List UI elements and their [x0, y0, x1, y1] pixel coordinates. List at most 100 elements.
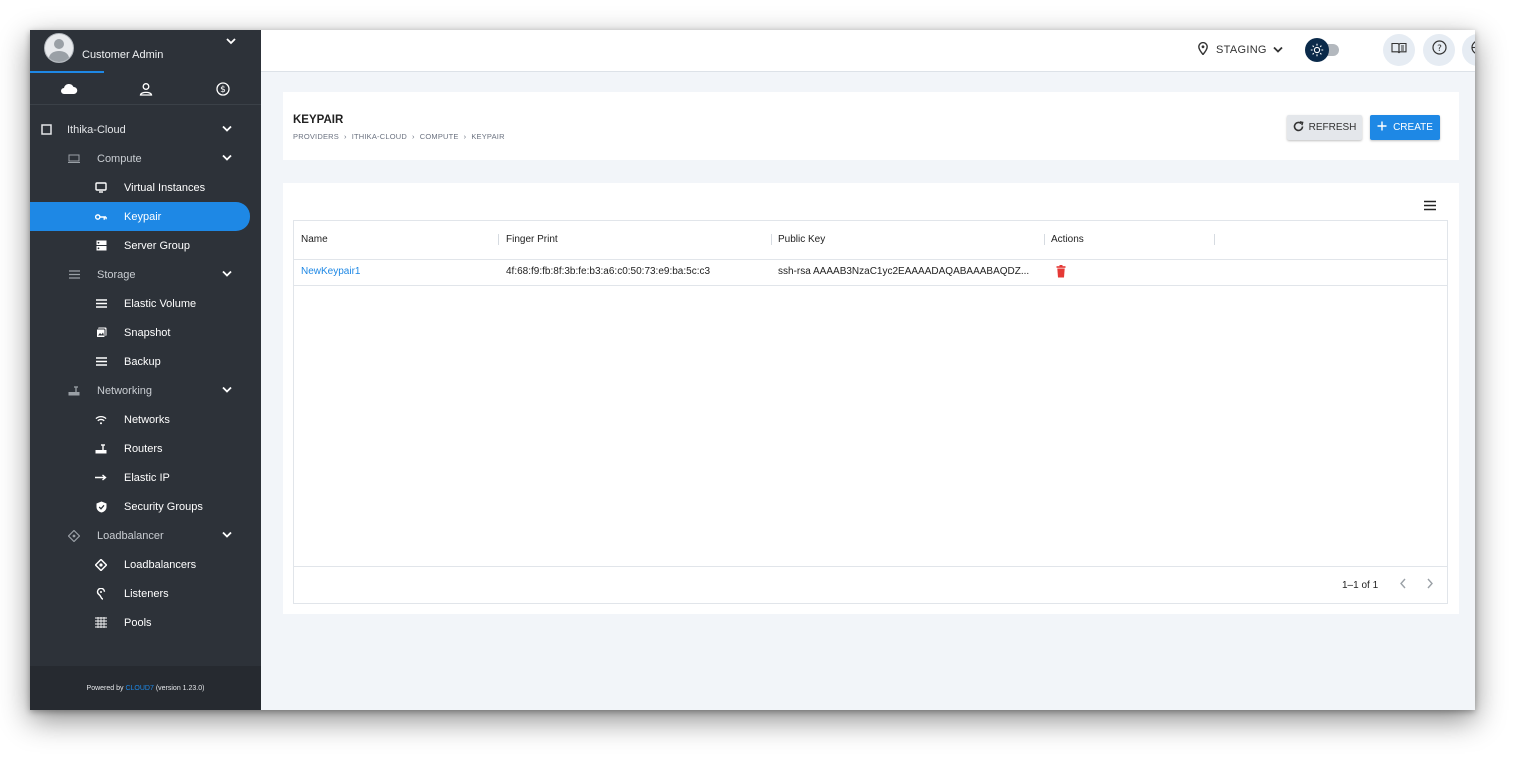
sidebar-item-loadbalancers[interactable]: Loadbalancers	[30, 550, 261, 579]
tab-cloud[interactable]	[30, 75, 107, 103]
breadcrumb-item-providers[interactable]: PROVIDERS	[293, 132, 339, 141]
storage-icon	[68, 269, 80, 281]
column-header-actions: Actions	[1051, 234, 1084, 245]
sidebar-item-snapshot[interactable]: Snapshot	[30, 318, 261, 347]
sidebar-item-label: Loadbalancers	[124, 558, 197, 571]
sidebar: Customer Admin $ Ithika-Cloud Compute Vi…	[30, 30, 261, 710]
globe-icon	[1470, 40, 1475, 60]
column-separator	[771, 234, 772, 245]
footer-prefix: Powered by	[86, 684, 124, 692]
page-title: KEYPAIR	[293, 114, 344, 126]
sidebar-item-networks[interactable]: Networks	[30, 405, 261, 434]
sidebar-item-label: Networks	[124, 413, 170, 426]
breadcrumb-separator: ›	[463, 132, 467, 141]
app-window: Customer Admin $ Ithika-Cloud Compute Vi…	[30, 30, 1475, 710]
refresh-button[interactable]: REFRESH	[1287, 115, 1362, 140]
column-separator	[1214, 234, 1215, 245]
theme-toggle[interactable]	[1305, 37, 1341, 63]
sidebar-item-server-group[interactable]: Server Group	[30, 231, 261, 260]
loadbalancer-icon	[68, 529, 80, 542]
profile-menu[interactable]: Customer Admin	[30, 30, 261, 72]
page-header: KEYPAIR PROVIDERS › ITHIKA-CLOUD › COMPU…	[283, 92, 1459, 160]
column-menu-icon[interactable]	[1423, 198, 1437, 211]
sidebar-item-label: Virtual Instances	[124, 181, 206, 194]
sidebar-item-label: Loadbalancer	[97, 529, 164, 542]
shield-icon	[95, 501, 107, 513]
sidebar-item-elastic-ip[interactable]: Elastic IP	[30, 463, 261, 492]
networking-icon	[68, 385, 80, 397]
key-icon	[95, 211, 107, 223]
sun-icon	[1305, 38, 1329, 62]
docs-button[interactable]	[1383, 34, 1415, 66]
snapshot-icon	[95, 327, 107, 339]
sidebar-nav: Ithika-Cloud Compute Virtual Instances K…	[30, 115, 261, 637]
footer-version: (version 1.23.0)	[155, 684, 205, 692]
sidebar-item-networking[interactable]: Networking	[30, 376, 261, 405]
pagination-range: 1–1 of 1	[1342, 580, 1379, 591]
chevron-down-icon[interactable]	[226, 34, 236, 48]
sidebar-item-storage[interactable]: Storage	[30, 260, 261, 289]
compute-icon	[68, 153, 80, 165]
column-header-name[interactable]: Name	[301, 234, 328, 245]
topbar: STAGING ?	[261, 30, 1475, 72]
billing-icon: $	[215, 82, 230, 96]
sidebar-item-elastic-volume[interactable]: Elastic Volume	[30, 289, 261, 318]
loadbalancers-icon	[95, 558, 107, 571]
chevron-down-icon	[222, 124, 232, 135]
sidebar-item-label: Elastic Volume	[124, 297, 197, 310]
column-header-fingerprint[interactable]: Finger Print	[506, 234, 558, 245]
router-icon	[95, 443, 107, 455]
refresh-label: REFRESH	[1308, 122, 1357, 133]
create-button[interactable]: CREATE	[1370, 115, 1440, 140]
chevron-left-icon[interactable]	[1399, 578, 1407, 592]
sidebar-item-ithika-cloud[interactable]: Ithika-Cloud	[30, 115, 261, 144]
column-separator	[498, 234, 499, 245]
table-row: NewKeypair1 4f:68:f9:fb:8f:3b:fe:b3:a6:c…	[294, 259, 1447, 286]
public-key-cell: ssh-rsa AAAAB3NzaC1yc2EAAAADAQABAAABAQDZ…	[778, 266, 1030, 277]
sidebar-item-label: Security Groups	[124, 500, 203, 513]
sidebar-item-label: Keypair	[124, 210, 162, 223]
cloud-provider-icon	[40, 124, 52, 136]
sidebar-item-listeners[interactable]: Listeners	[30, 579, 261, 608]
sidebar-item-compute[interactable]: Compute	[30, 144, 261, 173]
tab-billing[interactable]: $	[184, 75, 261, 103]
environment-label: STAGING	[1216, 44, 1267, 56]
breadcrumb-item-ithika-cloud[interactable]: ITHIKA-CLOUD	[352, 132, 407, 141]
chevron-down-icon	[222, 269, 232, 280]
keypair-name-link[interactable]: NewKeypair1	[301, 266, 360, 277]
sidebar-item-label: Routers	[124, 442, 163, 455]
sidebar-item-keypair[interactable]: Keypair	[30, 202, 250, 231]
sidebar-item-label: Networking	[97, 384, 153, 397]
wifi-icon	[95, 414, 107, 426]
breadcrumb-item-compute[interactable]: COMPUTE	[420, 132, 459, 141]
breadcrumb-item-keypair: KEYPAIR	[471, 132, 505, 141]
breadcrumb: PROVIDERS › ITHIKA-CLOUD › COMPUTE › KEY…	[293, 132, 505, 141]
delete-icon[interactable]	[1056, 265, 1066, 281]
sidebar-item-pools[interactable]: Pools	[30, 608, 261, 637]
chevron-down-icon	[222, 385, 232, 396]
refresh-icon	[1293, 120, 1304, 135]
tab-users[interactable]	[107, 75, 184, 103]
sidebar-item-routers[interactable]: Routers	[30, 434, 261, 463]
column-separator	[1044, 234, 1045, 245]
user-icon	[139, 82, 153, 96]
sidebar-item-label: Elastic IP	[124, 471, 170, 484]
sidebar-item-loadbalancer[interactable]: Loadbalancer	[30, 521, 261, 550]
sidebar-item-backup[interactable]: Backup	[30, 347, 261, 376]
sidebar-item-virtual-instances[interactable]: Virtual Instances	[30, 173, 261, 202]
language-button[interactable]	[1462, 34, 1475, 66]
environment-selector[interactable]: STAGING	[1198, 40, 1283, 60]
footer-brand-link[interactable]: CLOUD7	[125, 685, 153, 692]
sidebar-tabs: $	[30, 75, 261, 103]
column-header-public-key[interactable]: Public Key	[778, 234, 825, 245]
listener-icon	[95, 587, 107, 600]
sidebar-item-label: Pools	[124, 616, 152, 629]
book-icon	[1391, 41, 1407, 59]
avatar	[44, 33, 74, 63]
help-button[interactable]: ?	[1423, 34, 1455, 66]
cloud-icon	[60, 83, 78, 95]
breadcrumb-separator: ›	[412, 132, 415, 141]
sidebar-item-security-groups[interactable]: Security Groups	[30, 492, 261, 521]
chevron-right-icon[interactable]	[1426, 578, 1434, 592]
divider	[30, 104, 261, 105]
